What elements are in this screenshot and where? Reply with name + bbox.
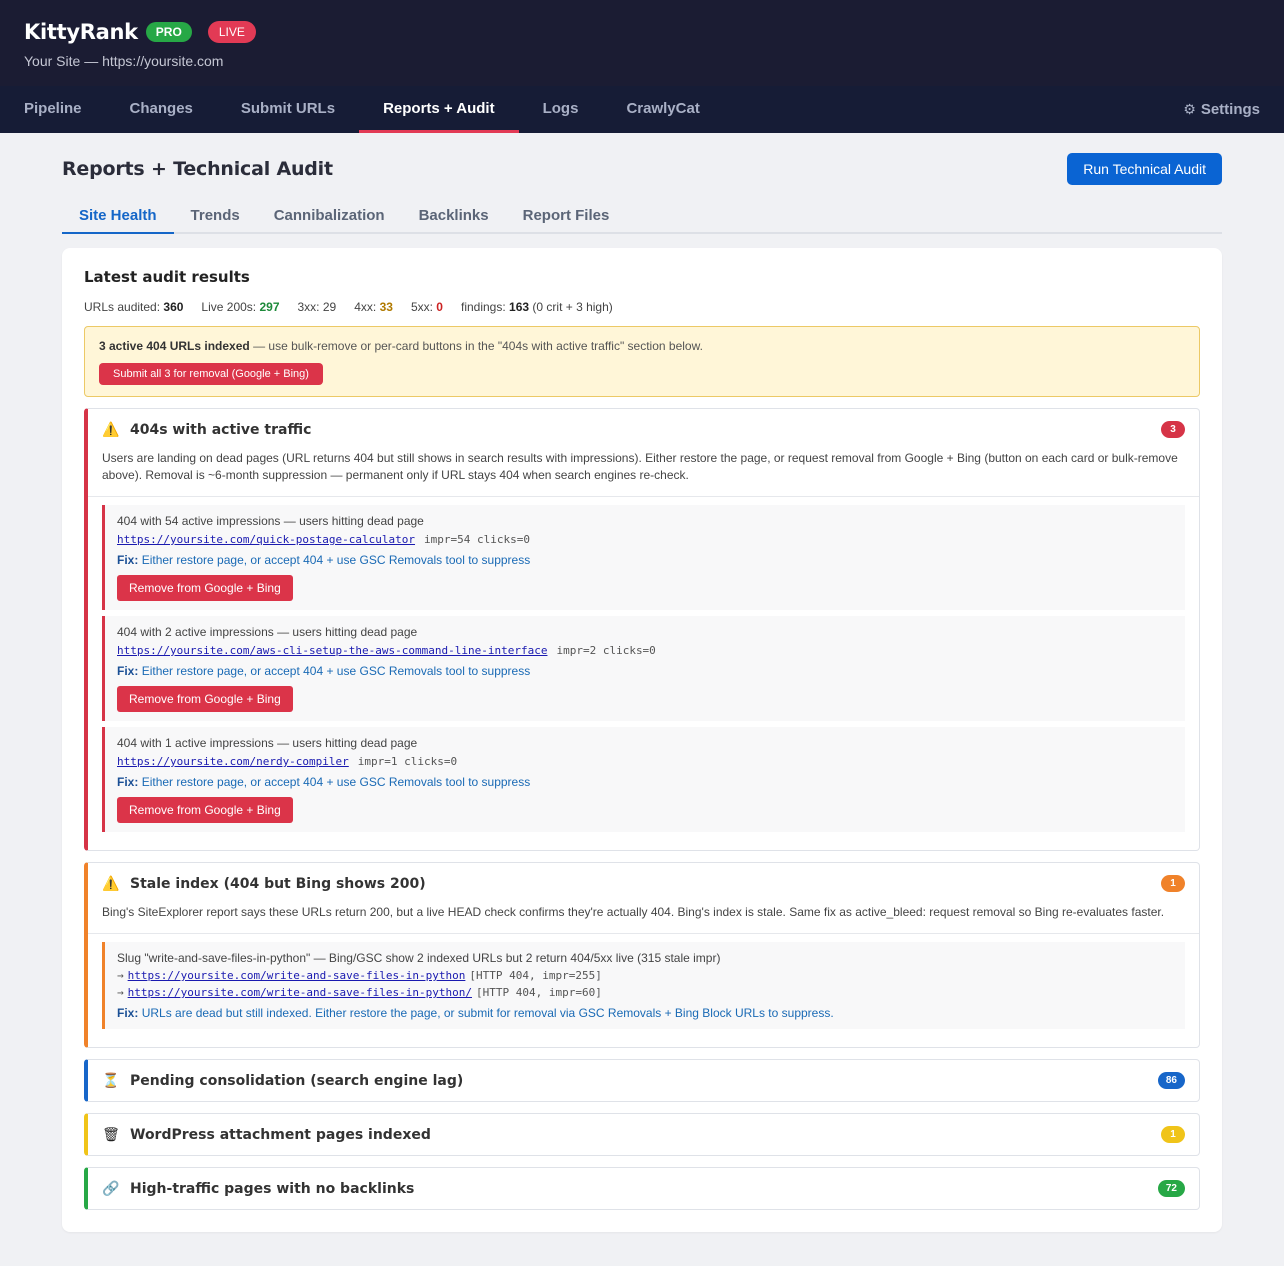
count-badge: 1 [1161, 875, 1185, 892]
nav-crawlycat[interactable]: CrawlyCat [602, 86, 723, 133]
stale-url-link[interactable]: https://yoursite.com/write-and-save-file… [128, 986, 472, 999]
site-url: Your Site — https://yoursite.com [24, 53, 224, 69]
finding-fix: Fix: URLs are dead but still indexed. Ei… [117, 1006, 834, 1020]
live-badge: LIVE [207, 21, 256, 43]
warning-icon: ⚠️ [102, 421, 120, 437]
section-description: Users are landing on dead pages (URL ret… [102, 451, 1178, 482]
remove-from-google-bing-button[interactable]: Remove from Google + Bing [117, 686, 293, 712]
nav-logs[interactable]: Logs [519, 86, 603, 133]
finding-title: 404 with 2 active impressions — users hi… [117, 625, 418, 639]
audit-stats: URLs audited: 360 Live 200s: 297 3xx: 29… [84, 300, 1200, 314]
section-wp-attachments: 🗑 WordPress attachment pages indexed 1 [84, 1113, 1200, 1156]
finding-title: 404 with 54 active impressions — users h… [117, 514, 424, 528]
section-stale-index: ⚠️ Stale index (404 but Bing shows 200) … [84, 862, 1200, 1048]
finding-title: 404 with 1 active impressions — users hi… [117, 736, 418, 750]
report-subtabs: Site Health Trends Cannibalization Backl… [62, 199, 1222, 234]
count-badge: 3 [1161, 421, 1185, 438]
pro-badge: PRO [145, 22, 192, 42]
stale-url-meta: [HTTP 404, impr=255] [469, 969, 602, 982]
arrow-icon: → [117, 969, 124, 982]
stale-url-row: → https://yoursite.com/write-and-save-fil… [117, 969, 1173, 982]
finding-title: Slug "write-and-save-files-in-python" — … [117, 951, 721, 965]
nav-settings[interactable]: ⚙ Settings [1183, 86, 1260, 133]
finding-url-link[interactable]: https://yoursite.com/aws-cli-setup-the-a… [117, 644, 547, 657]
section-title: Pending consolidation (search engine lag… [130, 1072, 464, 1089]
section-title: Stale index (404 but Bing shows 200) [130, 875, 426, 892]
warning-icon: ⚠️ [102, 875, 120, 891]
nav-changes[interactable]: Changes [106, 86, 217, 133]
section-no-backlinks: 🔗 High-traffic pages with no backlinks 7… [84, 1167, 1200, 1210]
submit-all-removal-button[interactable]: Submit all 3 for removal (Google + Bing) [99, 363, 323, 385]
stat-3xx: 3xx: 29 [297, 300, 337, 314]
section-header[interactable]: ⏳ Pending consolidation (search engine l… [88, 1060, 1199, 1101]
finding-meta: impr=1 clicks=0 [357, 755, 458, 768]
finding-item: Slug "write-and-save-files-in-python" — … [102, 942, 1185, 1029]
finding-fix: Fix: Either restore page, or accept 404 … [117, 775, 531, 789]
finding-fix: Fix: Either restore page, or accept 404 … [117, 553, 531, 567]
section-header[interactable]: 🔗 High-traffic pages with no backlinks 7… [88, 1168, 1199, 1209]
link-icon: 🔗 [102, 1180, 120, 1196]
tab-report-files[interactable]: Report Files [506, 199, 627, 234]
count-badge: 72 [1157, 1180, 1185, 1197]
alert-bold: 3 active 404 URLs indexed [99, 339, 250, 353]
section-header[interactable]: 🗑 WordPress attachment pages indexed 1 [88, 1114, 1199, 1155]
indexed-404-alert: 3 active 404 URLs indexed — use bulk-rem… [84, 326, 1200, 397]
finding-meta: impr=2 clicks=0 [556, 644, 656, 657]
arrow-icon: → [117, 986, 124, 999]
stale-url-link[interactable]: https://yoursite.com/write-and-save-file… [128, 969, 466, 982]
main-nav: Pipeline Changes Submit URLs Reports + A… [0, 86, 1284, 133]
count-badge: 86 [1157, 1072, 1185, 1089]
page-title: Reports + Technical Audit [62, 158, 333, 180]
finding-meta: impr=54 clicks=0 [424, 533, 530, 546]
run-technical-audit-button[interactable]: Run Technical Audit [1067, 153, 1222, 185]
stat-findings: findings: 163 (0 crit + 3 high) [460, 300, 613, 314]
finding-item: 404 with 1 active impressions — users hi… [102, 727, 1185, 832]
alert-text: — use bulk-remove or per-card buttons in… [249, 339, 703, 353]
stat-live-200s: Live 200s: 297 [201, 300, 280, 314]
section-header[interactable]: ⚠️ Stale index (404 but Bing shows 200) … [88, 863, 1199, 904]
stale-url-meta: [HTTP 404, impr=60] [476, 986, 602, 999]
section-header[interactable]: ⚠️ 404s with active traffic 3 [88, 409, 1199, 450]
section-title: High-traffic pages with no backlinks [130, 1180, 415, 1197]
tab-cannibalization[interactable]: Cannibalization [257, 199, 402, 234]
section-pending-consolidation: ⏳ Pending consolidation (search engine l… [84, 1059, 1200, 1102]
hourglass-icon: ⏳ [102, 1072, 120, 1088]
section-description: Bing's SiteExplorer report says these UR… [102, 905, 1165, 919]
section-title: WordPress attachment pages indexed [130, 1126, 431, 1143]
audit-results-title: Latest audit results [84, 268, 250, 286]
settings-label: Settings [1200, 101, 1260, 118]
finding-url-link[interactable]: https://yoursite.com/nerdy-compiler [117, 755, 349, 768]
brand-name: KittyRank [24, 20, 138, 44]
stat-5xx: 5xx: 0 [410, 300, 443, 314]
app-header: KittyRank PRO LIVE Your Site — https://y… [0, 0, 1284, 86]
tab-backlinks[interactable]: Backlinks [402, 199, 506, 234]
remove-from-google-bing-button[interactable]: Remove from Google + Bing [117, 797, 293, 823]
main-content: Reports + Technical Audit Run Technical … [0, 133, 1284, 1232]
trash-icon: 🗑 [102, 1126, 120, 1142]
finding-item: 404 with 2 active impressions — users hi… [102, 616, 1185, 721]
section-404-active-traffic: ⚠️ 404s with active traffic 3 Users are … [84, 408, 1200, 851]
tab-site-health[interactable]: Site Health [62, 199, 174, 234]
tab-trends[interactable]: Trends [174, 199, 257, 234]
nav-submit-urls[interactable]: Submit URLs [217, 86, 359, 133]
finding-url-link[interactable]: https://yoursite.com/quick-postage-calcu… [117, 533, 415, 546]
stale-url-row: → https://yoursite.com/write-and-save-fil… [117, 986, 1173, 999]
count-badge: 1 [1161, 1126, 1185, 1143]
stat-urls-audited: URLs audited: 360 [84, 300, 184, 314]
nav-reports-audit[interactable]: Reports + Audit [359, 86, 519, 133]
nav-pipeline[interactable]: Pipeline [0, 86, 106, 133]
section-title: 404s with active traffic [130, 421, 312, 438]
remove-from-google-bing-button[interactable]: Remove from Google + Bing [117, 575, 293, 601]
finding-fix: Fix: Either restore page, or accept 404 … [117, 664, 531, 678]
stat-4xx: 4xx: 33 [354, 300, 393, 314]
gear-icon: ⚙ [1183, 101, 1196, 117]
audit-results-card: Latest audit results URLs audited: 360 L… [62, 248, 1222, 1232]
finding-item: 404 with 54 active impressions — users h… [102, 505, 1185, 610]
